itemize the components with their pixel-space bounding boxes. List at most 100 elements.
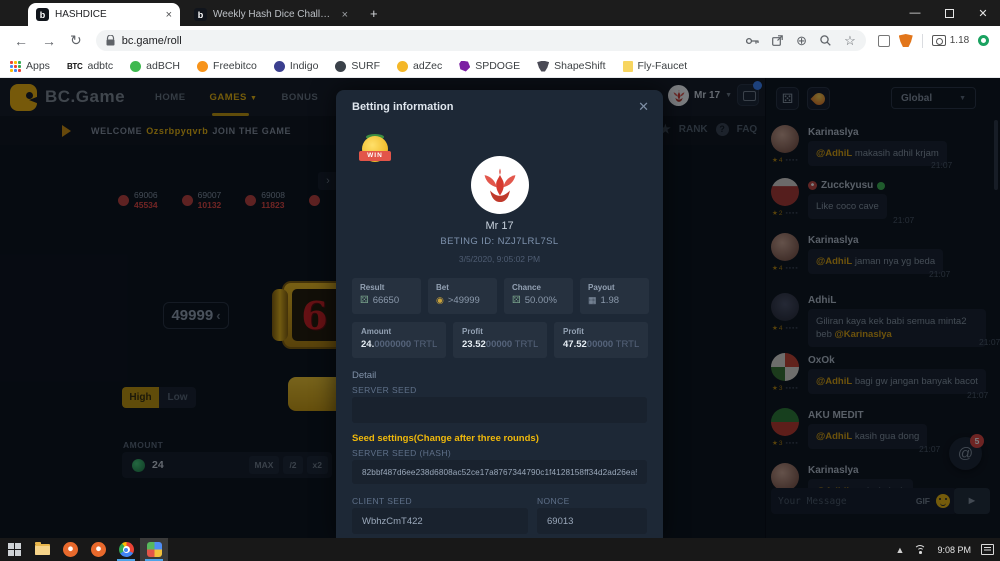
forward-icon[interactable]: →	[42, 33, 56, 49]
coin-icon: ◉	[436, 295, 444, 306]
app-orange-icon[interactable]	[56, 538, 84, 561]
windows-taskbar: ▲ 9:08 PM	[0, 538, 1000, 561]
adzec-icon	[397, 61, 408, 72]
server-seed-hash-input[interactable]	[352, 460, 647, 484]
back-icon[interactable]: ←	[14, 33, 28, 49]
dice-icon: ⚄	[360, 295, 369, 306]
file-explorer-icon[interactable]	[28, 538, 56, 561]
zoom-icon[interactable]	[820, 35, 831, 46]
nonce-box	[537, 508, 647, 534]
indigo-icon	[274, 61, 285, 72]
freebitco-icon	[197, 61, 208, 72]
add-circle-icon[interactable]: ⊕	[796, 33, 807, 49]
active-app-icon[interactable]	[140, 538, 168, 561]
browser-tabstrip: b HASHDICE × b Weekly Hash Dice Challeng…	[0, 0, 1000, 26]
tray-expand-icon[interactable]: ▲	[896, 545, 905, 555]
bookmarks-bar: Apps BTC adbtc adBCH Freebitco Indigo SU…	[0, 55, 1000, 78]
open-in-new-icon[interactable]	[772, 35, 783, 46]
bookmark-star-icon[interactable]: ☆	[844, 33, 856, 49]
bookmark-surf[interactable]: SURF	[335, 60, 380, 72]
betting-info-modal: Betting information ✕ WIN Mr 17 BETING I…	[336, 90, 663, 538]
tab-title: HASHDICE	[55, 9, 160, 20]
bookmark-spdoge[interactable]: SPDOGE	[459, 60, 520, 72]
player-name: Mr 17	[336, 220, 663, 232]
server-seed-label: SERVER SEED	[352, 385, 417, 395]
bookmark-adbch[interactable]: adBCH	[130, 60, 180, 72]
browser-navbar: ← → ↻ bc.game/roll ⊕ ☆ 1.18	[0, 26, 1000, 55]
surf-icon	[335, 61, 346, 72]
profit-card: Profit 23.5200000 TRTL	[453, 322, 547, 358]
ticker-value: 1.18	[950, 35, 969, 46]
bet-amounts-row: Amount 24.0000000 TRTL Profit 23.5200000…	[352, 322, 648, 358]
tab-hashdice[interactable]: b HASHDICE ×	[28, 3, 180, 26]
win-ribbon: WIN	[359, 151, 391, 161]
stat-chance: Chance ⚄50.00%	[504, 278, 573, 314]
metamask-icon[interactable]	[899, 34, 913, 47]
client-seed-label: CLIENT SEED	[352, 496, 412, 506]
bookmark-indigo[interactable]: Indigo	[274, 60, 319, 72]
window-close-button[interactable]: ✕	[966, 0, 1000, 26]
nonce-input[interactable]	[537, 508, 647, 534]
bookmark-adzec[interactable]: adZec	[397, 60, 442, 72]
window-minimize-button[interactable]: —	[898, 0, 932, 26]
client-seed-box	[352, 508, 528, 534]
system-tray: ▲ 9:08 PM	[896, 538, 994, 561]
bookmark-adbtc[interactable]: BTC adbtc	[67, 60, 113, 72]
tab-close-icon[interactable]: ×	[342, 9, 348, 21]
address-bar[interactable]: bc.game/roll ⊕ ☆	[96, 30, 866, 51]
nonce-label: NONCE	[537, 496, 570, 506]
app-orange-icon[interactable]	[84, 538, 112, 561]
seed-settings-label: Seed settings(Change after three rounds)	[352, 433, 539, 444]
bookmark-shapeshift[interactable]: ShapeShift	[537, 60, 605, 72]
profit-card: Profit 47.5200000 TRTL	[554, 322, 648, 358]
detail-label: Detail	[352, 370, 376, 381]
maximize-icon	[945, 9, 954, 18]
bookmark-freebitco[interactable]: Freebitco	[197, 60, 257, 72]
chrome-taskbar-icon[interactable]	[112, 538, 140, 561]
close-icon[interactable]: ✕	[638, 99, 649, 115]
bet-stats-row: Result ⚄66650 Bet ◉>49999 Chance ⚄50.00%…	[352, 278, 649, 314]
client-seed-input[interactable]	[352, 508, 528, 534]
taskbar-clock[interactable]: 9:08 PM	[937, 545, 971, 555]
bcgame-favicon: b	[36, 8, 49, 21]
phoenix-icon	[478, 163, 522, 207]
stat-result: Result ⚄66650	[352, 278, 421, 314]
adbch-icon	[130, 61, 141, 72]
start-button[interactable]	[0, 538, 28, 561]
refresh-icon[interactable]: ↻	[70, 32, 82, 49]
bet-date: 3/5/2020, 9:05:02 PM	[336, 254, 663, 264]
bookmark-fly-faucet[interactable]: Fly-Faucet	[623, 60, 688, 72]
url-text: bc.game/roll	[122, 35, 746, 47]
player-avatar[interactable]	[471, 156, 529, 214]
betting-id: BETING ID: NZJ7LRL7SL	[336, 236, 663, 247]
bookmark-apps[interactable]: Apps	[10, 60, 50, 72]
stat-bet: Bet ◉>49999	[428, 278, 497, 314]
key-icon[interactable]	[746, 37, 759, 45]
ticker-icon	[932, 35, 946, 46]
extension-cube-icon[interactable]	[878, 35, 890, 47]
spdoge-icon	[459, 61, 470, 72]
price-ticker-extension[interactable]: 1.18	[932, 35, 969, 46]
dice-icon: ⚄	[512, 295, 521, 306]
cards-icon: ▦	[588, 295, 597, 306]
fly-faucet-icon	[623, 61, 633, 72]
bcgame-favicon: b	[194, 8, 207, 21]
tab-title: Weekly Hash Dice Challenge - Se	[213, 9, 336, 20]
new-tab-button[interactable]: +	[370, 6, 378, 21]
win-badge: WIN	[358, 134, 392, 166]
tab-close-icon[interactable]: ×	[166, 9, 172, 21]
modal-title: Betting information	[352, 101, 453, 113]
server-seed-hash-label: SERVER SEED (HASH)	[352, 448, 451, 458]
stat-payout: Payout ▦1.98	[580, 278, 649, 314]
server-seed-box[interactable]	[352, 397, 647, 423]
tab-weekly-challenge[interactable]: b Weekly Hash Dice Challenge - Se ×	[186, 3, 356, 26]
wifi-icon[interactable]	[914, 545, 927, 555]
amount-card: Amount 24.0000000 TRTL	[352, 322, 446, 358]
divider	[922, 34, 923, 48]
action-center-icon[interactable]	[981, 544, 994, 555]
screen: b HASHDICE × b Weekly Hash Dice Challeng…	[0, 0, 1000, 561]
extensions-area: 1.18	[878, 34, 989, 48]
extension-green-icon[interactable]	[978, 35, 989, 46]
bcgame-page: BC.Game HOME GAMES ▼ BONUS AFFILIATE FOR…	[0, 78, 1000, 538]
window-maximize-button[interactable]	[932, 0, 966, 26]
